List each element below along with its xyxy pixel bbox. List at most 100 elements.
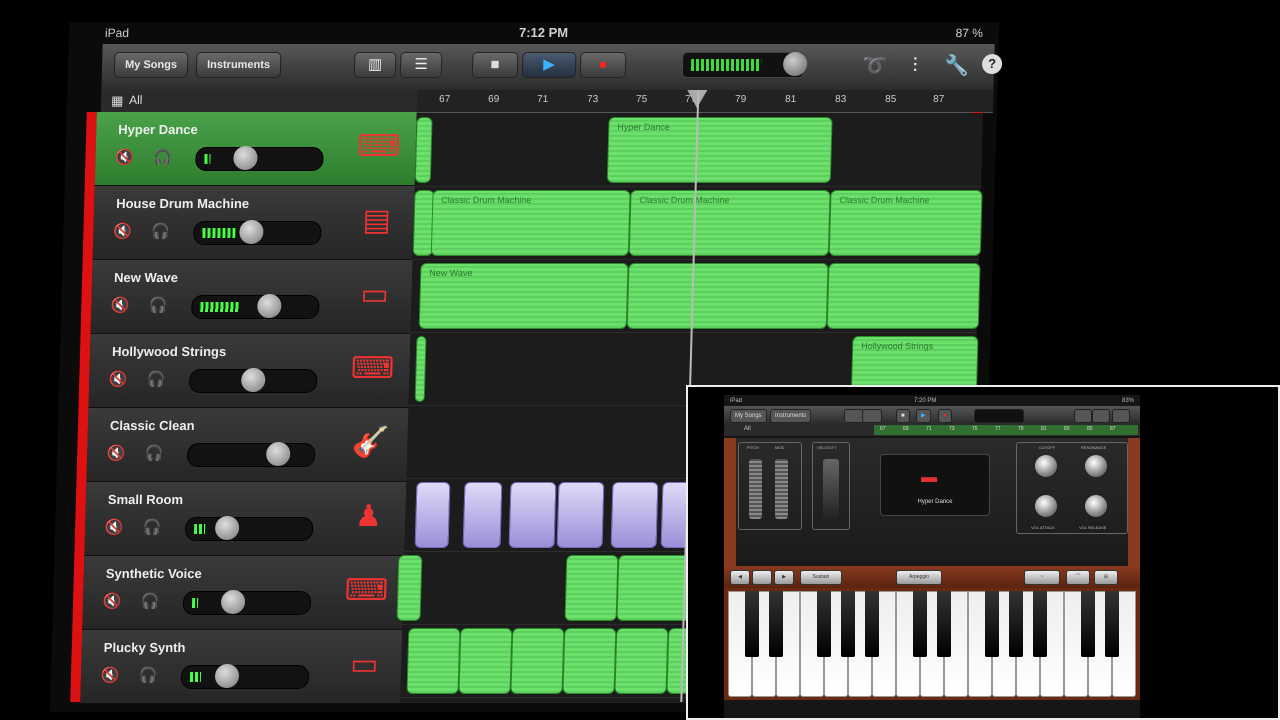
all-tracks-label[interactable]: All: [129, 93, 143, 107]
track-volume-slider[interactable]: [182, 590, 312, 615]
inset-settings-icon[interactable]: [1092, 409, 1110, 423]
solo-headphones-icon[interactable]: 🎧: [139, 442, 170, 466]
track-volume-slider[interactable]: [188, 368, 318, 393]
mute-icon[interactable]: 🔇: [107, 220, 138, 244]
inset-record-icon[interactable]: ●: [938, 409, 952, 423]
mute-icon[interactable]: 🔇: [97, 590, 128, 614]
help-icon[interactable]: ?: [981, 54, 1003, 74]
region[interactable]: [396, 555, 423, 621]
piano-keyboard[interactable]: [724, 588, 1140, 700]
track-volume-slider[interactable]: [184, 516, 314, 541]
track-header[interactable]: Synthetic Voice 🔇 🎧 ⌨: [82, 556, 405, 630]
track-volume-slider[interactable]: [195, 146, 324, 171]
track-volume-knob[interactable]: [240, 368, 266, 392]
keyboard-view-icon[interactable]: ▥: [353, 52, 397, 78]
synth-keyboard-icon[interactable]: ⌨: [343, 570, 390, 612]
vol-attack-knob[interactable]: [1035, 495, 1057, 517]
mute-icon[interactable]: 🔇: [103, 368, 134, 392]
track-header[interactable]: Hyper Dance 🔇 🎧 ⌨: [94, 112, 417, 186]
region[interactable]: [626, 263, 829, 329]
master-volume-knob[interactable]: [782, 52, 808, 76]
track-volume-knob[interactable]: [239, 220, 264, 244]
inset-my-songs-button[interactable]: My Songs: [730, 409, 767, 423]
solo-headphones-icon[interactable]: 🎧: [143, 294, 174, 318]
inset-play-icon[interactable]: ▶: [916, 409, 931, 423]
arpeggio-button[interactable]: Arpeggio: [896, 570, 942, 585]
region[interactable]: [826, 263, 981, 329]
mute-icon[interactable]: 🔇: [101, 442, 132, 466]
mixer-icon[interactable]: ⫶: [902, 54, 929, 78]
region[interactable]: [414, 482, 451, 548]
track-volume-knob[interactable]: [214, 516, 240, 540]
tracks-view-icon[interactable]: ☰: [399, 52, 443, 78]
inset-all-label[interactable]: All: [744, 426, 751, 432]
stop-icon[interactable]: ■: [471, 52, 519, 78]
mod-wheel[interactable]: [775, 459, 788, 519]
track-volume-knob[interactable]: [265, 442, 291, 466]
track-volume-slider[interactable]: [180, 664, 310, 689]
play-icon[interactable]: ▶: [521, 52, 577, 78]
glissando-button[interactable]: ⌒: [1066, 570, 1090, 585]
instrument-display[interactable]: ▬ Hyper Dance: [880, 454, 990, 516]
synth-keyboard-icon[interactable]: ⌨: [349, 348, 396, 390]
region[interactable]: [462, 482, 503, 548]
resonance-knob[interactable]: [1085, 455, 1107, 477]
track-header[interactable]: Classic Clean 🔇 🎧 🎸: [86, 408, 409, 482]
black-key[interactable]: [1105, 591, 1119, 657]
solo-headphones-icon[interactable]: 🎧: [141, 368, 172, 392]
octave-up-button[interactable]: ▶: [774, 570, 794, 585]
mute-icon[interactable]: 🔇: [109, 146, 140, 170]
region[interactable]: [508, 482, 557, 548]
master-volume[interactable]: [681, 52, 808, 78]
drum-machine-icon[interactable]: ▤: [353, 200, 400, 242]
region[interactable]: [458, 628, 513, 694]
inset-ruler[interactable]: 67 69 71 73 75 77 79 81 83 85 87: [874, 425, 1138, 435]
track-header[interactable]: Hollywood Strings 🔇 🎧 ⌨: [88, 334, 411, 408]
black-key[interactable]: [769, 591, 783, 657]
region[interactable]: [556, 482, 605, 548]
track-header[interactable]: Plucky Synth 🔇 🎧 ▭: [80, 630, 403, 704]
drummer-icon[interactable]: ♟: [345, 496, 392, 538]
region[interactable]: [564, 555, 619, 621]
region[interactable]: [510, 628, 565, 694]
loop-browser-icon[interactable]: ➰: [862, 54, 889, 78]
track-volume-slider[interactable]: [190, 294, 320, 319]
synth-module-icon[interactable]: ▭: [341, 644, 388, 686]
region-drum[interactable]: Classic Drum Machine: [430, 190, 631, 256]
black-key[interactable]: [817, 591, 831, 657]
mute-icon[interactable]: 🔇: [99, 516, 130, 540]
synth-keyboard-icon[interactable]: ⌨: [355, 126, 402, 168]
track-header[interactable]: House Drum Machine 🔇 🎧 ▤: [92, 186, 415, 260]
track-volume-slider[interactable]: [186, 442, 316, 467]
track-volume-slider[interactable]: [193, 220, 322, 245]
inset-tracks-view-icon[interactable]: [862, 409, 882, 423]
sustain-button[interactable]: Sustain: [800, 570, 842, 585]
keyboard-layout-button[interactable]: ⊞: [1094, 570, 1118, 585]
black-key[interactable]: [841, 591, 855, 657]
cutoff-knob[interactable]: [1035, 455, 1057, 477]
region[interactable]: [614, 628, 669, 694]
region[interactable]: [406, 628, 461, 694]
pitch-wheel[interactable]: [749, 459, 762, 519]
region[interactable]: [562, 628, 617, 694]
region[interactable]: [414, 117, 433, 183]
black-key[interactable]: [1033, 591, 1047, 657]
inset-stop-icon[interactable]: ■: [896, 409, 910, 423]
solo-headphones-icon[interactable]: 🎧: [133, 664, 164, 688]
timeline-ruler[interactable]: 67 69 71 73 75 77 79 81 83 85 87: [416, 90, 994, 113]
black-key[interactable]: [1081, 591, 1095, 657]
black-key[interactable]: [745, 591, 759, 657]
region-hyper-dance[interactable]: Hyper Dance: [606, 117, 833, 183]
solo-headphones-icon[interactable]: 🎧: [137, 516, 168, 540]
instruments-button[interactable]: Instruments: [195, 52, 282, 78]
track-volume-knob[interactable]: [233, 146, 258, 170]
scale-button[interactable]: ~: [1024, 570, 1060, 585]
region-drum[interactable]: Classic Drum Machine: [628, 190, 831, 256]
track-volume-knob[interactable]: [257, 294, 282, 318]
region[interactable]: [610, 482, 659, 548]
velocity-slider[interactable]: [823, 459, 839, 519]
inset-keyboard-view-icon[interactable]: [844, 409, 864, 423]
black-key[interactable]: [1009, 591, 1023, 657]
inset-master-volume[interactable]: [974, 409, 1024, 423]
vol-release-knob[interactable]: [1085, 495, 1107, 517]
